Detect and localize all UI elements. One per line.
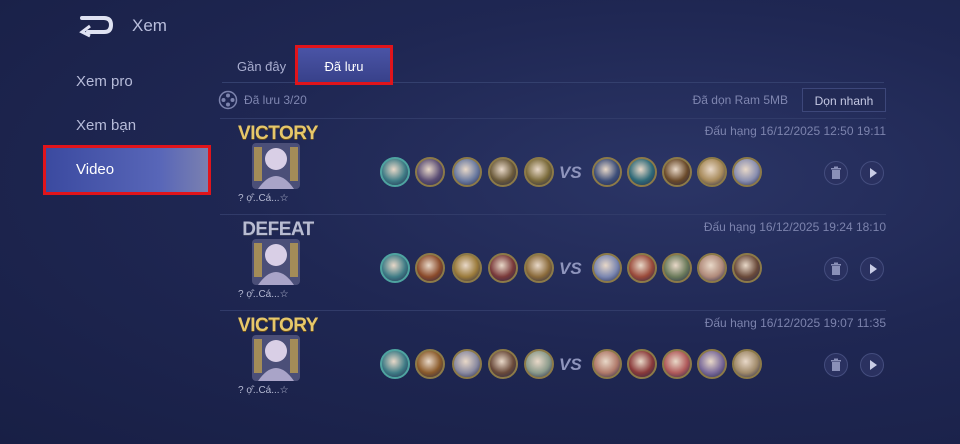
hero-portrait — [252, 335, 300, 381]
enemy-hero-icon — [697, 157, 727, 187]
player-name: ? ợ̂..Cá...☆ — [238, 289, 289, 300]
tab-bar: Gần đây Đã lưu — [222, 45, 884, 85]
ally-hero-icon — [488, 157, 518, 187]
film-reel-icon — [218, 90, 238, 110]
play-button[interactable] — [860, 161, 884, 185]
match-card[interactable]: VICTORY? ợ̂..Cá...☆ Đấu hạng 16/12/2025 1… — [220, 118, 886, 210]
match-card[interactable]: DEFEAT? ợ̂..Cá...☆ Đấu hạng 16/12/2025 19… — [220, 214, 886, 306]
ally-hero-icon — [380, 349, 410, 379]
trash-icon — [831, 262, 841, 275]
play-icon — [870, 264, 877, 274]
sidebar-item-xem-ban[interactable]: Xem bạn — [46, 104, 208, 148]
ally-hero-icon — [452, 349, 482, 379]
match-info: Đấu hạng 16/12/2025 19:07 11:35 — [704, 316, 886, 330]
vs-label: VS — [559, 259, 582, 278]
quick-clean-button[interactable]: Dọn nhanh — [802, 88, 886, 112]
ally-hero-icon — [524, 157, 554, 187]
delete-button[interactable] — [824, 353, 848, 377]
vs-label: VS — [559, 355, 582, 374]
enemy-hero-icon — [592, 349, 622, 379]
hero-portrait — [252, 239, 300, 285]
sidebar-item-xem-pro[interactable]: Xem pro — [46, 60, 208, 104]
ally-hero-icon — [415, 157, 445, 187]
saved-count: Đã lưu 3/20 — [244, 93, 307, 107]
enemy-hero-icon — [732, 253, 762, 283]
play-button[interactable] — [860, 353, 884, 377]
enemy-hero-icon — [662, 349, 692, 379]
ally-hero-icon — [380, 157, 410, 187]
delete-button[interactable] — [824, 161, 848, 185]
sidebar-item-label: Video — [76, 161, 115, 178]
page-title: Xem — [132, 16, 167, 35]
enemy-hero-icon — [697, 349, 727, 379]
tab-label: Đã lưu — [324, 59, 364, 74]
player-name: ? ợ̂..Cá...☆ — [238, 385, 289, 396]
vs-label: VS — [559, 163, 582, 182]
back-arrow-icon[interactable] — [78, 12, 114, 38]
tab-label: Gần đây — [237, 59, 287, 74]
player-name: ? ợ̂..Cá...☆ — [238, 193, 289, 204]
ally-hero-icon — [415, 253, 445, 283]
ally-hero-icon — [452, 253, 482, 283]
ally-hero-icon — [415, 349, 445, 379]
match-info: Đấu hạng 16/12/2025 12:50 19:11 — [704, 124, 886, 138]
trash-icon — [831, 166, 841, 179]
ally-hero-icon — [524, 349, 554, 379]
enemy-hero-icon — [592, 253, 622, 283]
hero-portrait — [252, 143, 300, 189]
sidebar-item-video[interactable]: Video — [43, 145, 211, 195]
match-info: Đấu hạng 16/12/2025 19:24 18:10 — [703, 220, 886, 234]
sidebar-item-label: Xem bạn — [76, 117, 137, 134]
saved-toolbar: Đã lưu 3/20 Đã dọn Ram 5MB Dọn nhanh — [218, 88, 886, 112]
play-icon — [870, 168, 877, 178]
enemy-hero-icon — [627, 157, 657, 187]
ram-status: Đã dọn Ram 5MB — [692, 93, 788, 107]
ally-hero-icon — [488, 349, 518, 379]
ally-hero-icon — [452, 157, 482, 187]
enemy-hero-icon — [732, 349, 762, 379]
enemy-hero-icon — [662, 253, 692, 283]
ally-hero-icon — [380, 253, 410, 283]
ally-hero-icon — [524, 253, 554, 283]
sidebar-item-label: Xem pro — [76, 73, 133, 90]
play-button[interactable] — [860, 257, 884, 281]
tab-da-luu[interactable]: Đã lưu — [295, 45, 393, 85]
trash-icon — [831, 358, 841, 371]
enemy-hero-icon — [697, 253, 727, 283]
ally-hero-icon — [488, 253, 518, 283]
tab-gan-day[interactable]: Gần đây — [237, 48, 286, 82]
match-card[interactable]: VICTORY? ợ̂..Cá...☆ Đấu hạng 16/12/2025 1… — [220, 310, 886, 402]
enemy-hero-icon — [592, 157, 622, 187]
enemy-hero-icon — [627, 349, 657, 379]
enemy-hero-icon — [732, 157, 762, 187]
play-icon — [870, 360, 877, 370]
enemy-hero-icon — [662, 157, 692, 187]
enemy-hero-icon — [627, 253, 657, 283]
delete-button[interactable] — [824, 257, 848, 281]
